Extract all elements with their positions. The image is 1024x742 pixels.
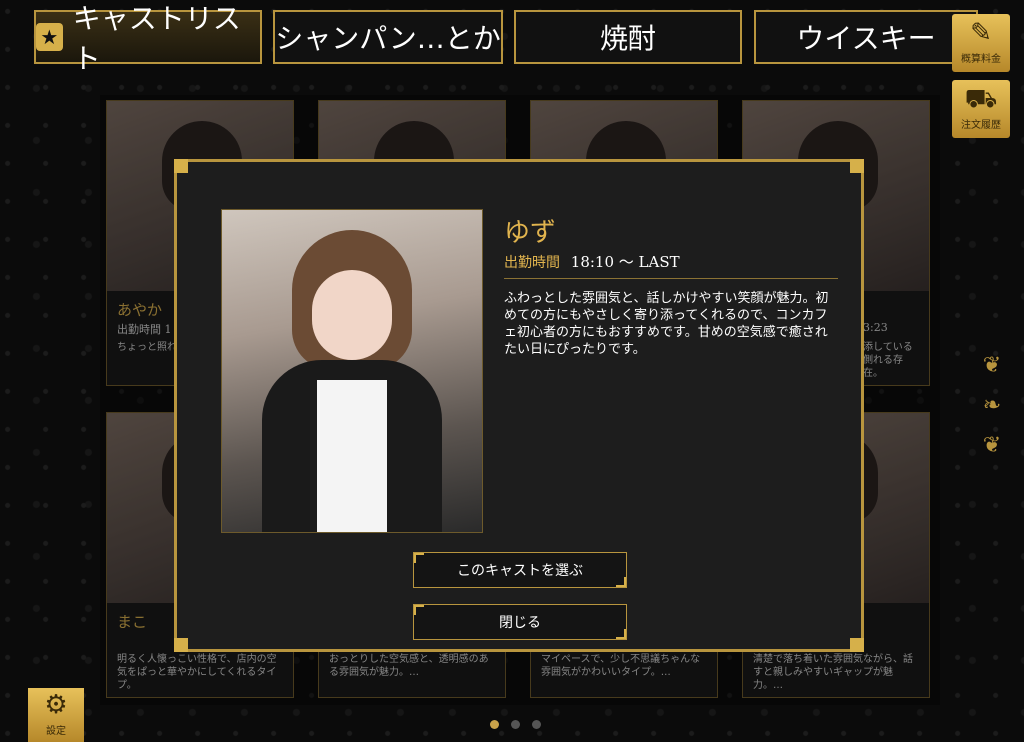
star-icon: ★ bbox=[36, 23, 63, 51]
tab-cast-list[interactable]: ★ キャストリスト bbox=[34, 2, 262, 75]
close-button[interactable]: 閉じる bbox=[413, 604, 627, 640]
settings-button[interactable]: ⚙ 設定 bbox=[28, 688, 84, 742]
cast-portrait bbox=[221, 209, 483, 533]
tab-champagne[interactable]: シャンパン…とか bbox=[273, 10, 503, 64]
tab-whisky[interactable]: ウイスキー bbox=[754, 10, 978, 64]
page-dot[interactable] bbox=[532, 720, 541, 729]
settings-label: 設定 bbox=[46, 726, 66, 737]
corner-ornament bbox=[174, 638, 188, 652]
shift-value: 18:10 〜 LAST bbox=[570, 253, 680, 271]
select-cast-button[interactable]: このキャストを選ぶ bbox=[413, 552, 627, 588]
close-label: 閉じる bbox=[499, 615, 541, 631]
receipt-icon: ✎ bbox=[970, 18, 992, 48]
gear-icon: ⚙ bbox=[44, 690, 68, 720]
divider bbox=[504, 278, 838, 279]
corner-ornament bbox=[850, 638, 864, 652]
bill-estimate-label: 概算料金 bbox=[961, 54, 1001, 65]
order-history-label: 注文履歴 bbox=[961, 120, 1001, 131]
cast-description: ふわっとした雰囲気と、話しかけやすい笑顔が魅力。初めての方にもやさしく寄り添って… bbox=[504, 291, 829, 357]
select-cast-label: このキャストを選ぶ bbox=[457, 563, 583, 579]
tab-label: ウイスキー bbox=[796, 22, 936, 55]
cast-name: ゆず bbox=[504, 218, 557, 248]
tab-label: 焼酎 bbox=[599, 22, 656, 55]
bill-estimate-button[interactable]: ✎ 概算料金 bbox=[952, 14, 1010, 72]
next-page-ornament-icon[interactable]: ❦ ❧ ❦ bbox=[980, 345, 1004, 465]
corner-ornament bbox=[174, 159, 188, 173]
tab-shochu[interactable]: 焼酎 bbox=[514, 10, 742, 64]
cart-icon: ⛟ bbox=[964, 84, 998, 114]
cast-detail-modal: ゆず 出勤時間 18:10 〜 LAST ふわっとした雰囲気と、話しかけやすい笑… bbox=[174, 159, 864, 652]
tab-label: キャストリスト bbox=[72, 2, 241, 75]
shift-label: 出勤時間 bbox=[504, 255, 560, 271]
page-dot[interactable] bbox=[511, 720, 520, 729]
cast-shift: 出勤時間 18:10 〜 LAST bbox=[504, 251, 680, 272]
tab-label: シャンパン…とか bbox=[275, 22, 501, 55]
order-history-button[interactable]: ⛟ 注文履歴 bbox=[952, 80, 1010, 138]
page-dot[interactable] bbox=[490, 720, 499, 729]
corner-ornament bbox=[850, 159, 864, 173]
pagination bbox=[490, 720, 541, 729]
